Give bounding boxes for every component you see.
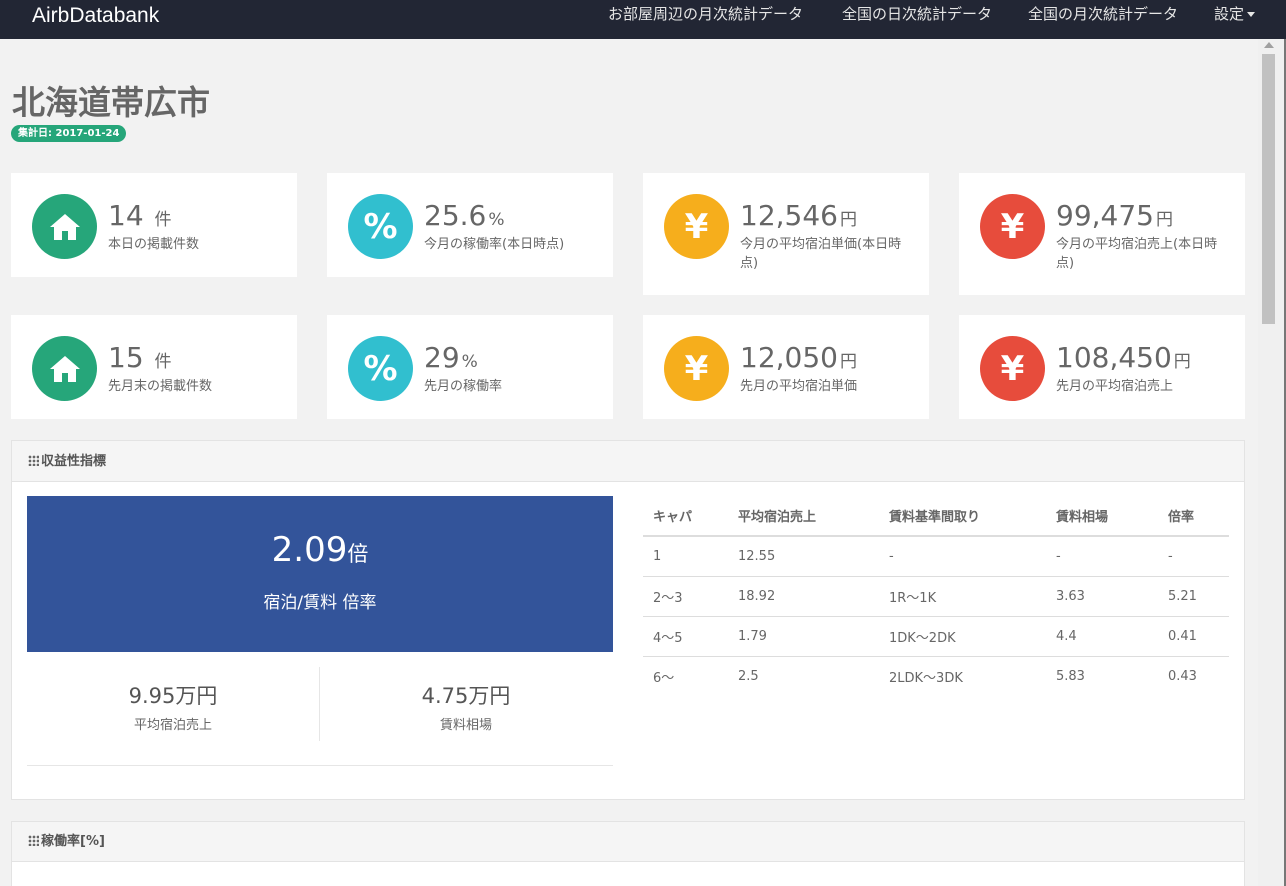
stat-card-avg-rate-last-month: ¥ 12,050 円 先月の平均宿泊単価 [643, 315, 929, 419]
stat-card-listings-last-month: 15 件 先月末の掲載件数 [11, 315, 297, 419]
table-cell: - [879, 536, 1046, 577]
page-title: 北海道帯広市 [12, 83, 210, 122]
table-header-row: キャパ 平均宿泊売上 賃料基準間取り 賃料相場 倍率 [643, 496, 1229, 537]
card-label: 今月の平均宿泊売上(本日時点) [1056, 237, 1218, 271]
card-value: 25.6% [424, 199, 505, 232]
rent-value: 4.75万円 [421, 684, 511, 708]
table-row: 2〜3 18.92 1R〜1K 3.63 5.21 [643, 576, 1229, 617]
avg-sales-label: 平均宿泊売上 [133, 718, 212, 733]
card-value: 29% [424, 341, 478, 374]
capacity-table: キャパ 平均宿泊売上 賃料基準間取り 賃料相場 倍率 1 12.55 - - -… [643, 496, 1229, 696]
nav-link-national-monthly[interactable]: 全国の月次統計データ [1028, 3, 1178, 24]
nav-link-national-daily[interactable]: 全国の日次統計データ [842, 3, 992, 24]
card-value: 15 件 [108, 341, 172, 374]
card-value: 12,050 円 [740, 341, 857, 374]
yen-icon: ¥ [980, 194, 1045, 259]
yen-icon: ¥ [980, 336, 1045, 401]
column-header: 賃料相場 [1046, 496, 1158, 537]
table-cell: 1 [643, 536, 728, 577]
percent-icon: % [348, 194, 413, 259]
ratio-label: 宿泊/賃料 倍率 [263, 593, 377, 613]
table-cell: 4.4 [1046, 616, 1158, 657]
yen-icon: ¥ [664, 336, 729, 401]
card-label: 本日の掲載件数 [108, 237, 200, 252]
table-cell: 12.55 [728, 536, 879, 577]
table-cell: 2.5 [738, 668, 759, 684]
stat-card-avg-rate-this-month: ¥ 12,546 円 今月の平均宿泊単価(本日時点) [643, 173, 929, 295]
nav-settings-dropdown[interactable]: 設定 [1214, 3, 1256, 24]
rent-label: 賃料相場 [439, 718, 492, 733]
scroll-up-arrow-icon[interactable] [1264, 42, 1274, 48]
table-cell: 2LDK〜3DK [889, 670, 963, 686]
grid-icon [28, 455, 39, 466]
card-label: 今月の平均宿泊単価(本日時点) [740, 237, 902, 271]
divider [27, 765, 613, 766]
stat-card-avg-sales-this-month: ¥ 99,475 円 今月の平均宿泊売上(本日時点) [959, 173, 1245, 295]
navbar: AirbDatabank お部屋周辺の月次統計データ 全国の日次統計データ 全国… [0, 0, 1286, 39]
card-label: 今月の稼働率(本日時点) [424, 237, 565, 252]
ratio-highlight-box: 2.09倍 宿泊/賃料 倍率 [27, 496, 613, 652]
table-cell: 0.41 [1158, 616, 1229, 657]
card-label: 先月の稼働率 [424, 379, 503, 394]
avg-sales-value: 9.95万円 [128, 684, 218, 708]
table-cell: 3.63 [1046, 576, 1158, 617]
stat-card-occupancy-this-month: % 25.6% 今月の稼働率(本日時点) [327, 173, 613, 277]
card-label: 先月末の掲載件数 [108, 379, 213, 394]
table-row: 1 12.55 - - - [643, 536, 1229, 577]
table-cell: 2〜3 [643, 576, 728, 617]
table-cell: 1.79 [728, 616, 879, 657]
brand-logo[interactable]: AirbDatabank [32, 4, 159, 28]
card-value: 12,546 円 [740, 199, 857, 232]
table-cell: - [1158, 536, 1229, 577]
ratio-value: 2.09倍 [271, 530, 369, 570]
table-cell: 0.43 [1168, 668, 1197, 684]
occupancy-panel: 稼働率[%] [11, 821, 1245, 886]
table-row: 4〜5 1.79 1DK〜2DK 4.4 0.41 [643, 616, 1229, 657]
card-value: 99,475 円 [1056, 199, 1173, 232]
percent-icon: % [348, 336, 413, 401]
stat-card-avg-sales-last-month: ¥ 108,450 円 先月の平均宿泊売上 [959, 315, 1245, 419]
table-cell: 5.83 [1056, 668, 1085, 684]
column-header: 賃料基準間取り [879, 496, 1046, 537]
caret-down-icon [1247, 12, 1256, 17]
grid-icon [28, 835, 39, 846]
date-badge: 集計日: 2017-01-24 [11, 125, 127, 142]
table-row: 6〜 2.5 2LDK〜3DK 5.83 0.43 [643, 656, 1229, 696]
table-cell: 18.92 [728, 576, 879, 617]
scrollbar-thumb[interactable] [1262, 54, 1275, 324]
nav-link-area-monthly[interactable]: お部屋周辺の月次統計データ [608, 3, 803, 24]
home-icon [32, 336, 97, 401]
column-header: 倍率 [1158, 496, 1229, 537]
column-header: キャパ [643, 496, 728, 537]
card-value: 108,450 円 [1056, 341, 1191, 374]
table-cell: 6〜 [653, 670, 675, 686]
avg-sales-stat: 9.95万円 平均宿泊売上 [27, 680, 319, 733]
column-header: 平均宿泊売上 [728, 496, 879, 537]
stat-card-occupancy-last-month: % 29% 先月の稼働率 [327, 315, 613, 419]
stat-card-listings-today: 14 件 本日の掲載件数 [11, 173, 297, 277]
card-label: 先月の平均宿泊単価 [740, 379, 858, 394]
table-cell: 1DK〜2DK [879, 616, 1046, 657]
table-cell: 5.21 [1158, 576, 1229, 617]
table-cell: 1R〜1K [879, 576, 1046, 617]
table-cell: - [1046, 536, 1158, 577]
card-label: 先月の平均宿泊売上 [1056, 379, 1174, 394]
panel-heading: 稼働率[%] [12, 822, 1244, 862]
table-cell: 4〜5 [643, 616, 728, 657]
card-value: 14 件 [108, 199, 172, 232]
home-icon [32, 194, 97, 259]
rent-stat: 4.75万円 賃料相場 [320, 680, 612, 733]
yen-icon: ¥ [664, 194, 729, 259]
settings-label: 設定 [1214, 5, 1245, 23]
panel-heading: 収益性指標 [12, 441, 1244, 482]
